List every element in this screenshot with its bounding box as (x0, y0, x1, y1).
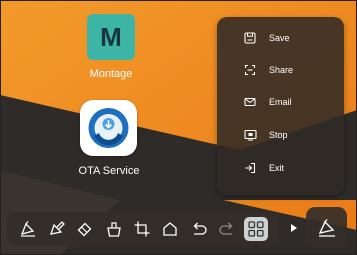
menu-grid-icon (247, 220, 265, 238)
clear-icon (105, 220, 123, 238)
menu-item-exit-label: Exit (269, 163, 285, 173)
email-icon (243, 95, 257, 109)
triangle-right-icon[interactable] (291, 224, 297, 232)
stop-icon (243, 128, 257, 142)
shape-icon (161, 220, 179, 238)
crop-tool-button[interactable] (131, 218, 153, 240)
highlighter-icon (48, 220, 66, 238)
clear-tool-button[interactable] (103, 218, 125, 240)
ota-service-icon (80, 100, 137, 156)
pen-tool-button[interactable] (17, 218, 39, 240)
share-icon (243, 63, 257, 77)
menu-item-exit[interactable]: Exit (217, 154, 344, 182)
annotation-toolbar (7, 212, 279, 246)
exit-icon (243, 161, 257, 175)
menu-item-stop[interactable]: Stop (217, 121, 344, 149)
menu-item-email-label: Email (269, 97, 292, 107)
menu-item-save-label: Save (269, 33, 290, 43)
pen-icon (19, 220, 37, 238)
pen-icon (317, 218, 337, 238)
floating-menu: Save Share Email Stop Exit (217, 17, 344, 195)
undo-icon (190, 220, 208, 238)
menu-item-share[interactable]: Share (217, 56, 344, 84)
menu-item-save[interactable]: Save (217, 24, 344, 52)
menu-item-stop-label: Stop (269, 130, 288, 140)
montage-app-label: Montage (89, 68, 133, 80)
menu-item-share-label: Share (269, 65, 294, 75)
highlighter-tool-button[interactable] (46, 218, 68, 240)
menu-item-email[interactable]: Email (217, 88, 344, 116)
eraser-tool-button[interactable] (74, 218, 96, 240)
redo-button[interactable] (216, 218, 238, 240)
redo-icon (218, 220, 236, 238)
undo-button[interactable] (188, 218, 210, 240)
montage-icon-letter: M (100, 21, 122, 52)
annotation-pen-button[interactable] (306, 207, 347, 248)
ota-service-app-label: OTA Service (78, 165, 140, 177)
menu-grid-button[interactable] (244, 217, 268, 241)
crop-icon (133, 220, 151, 238)
shape-tool-button[interactable] (159, 218, 181, 240)
eraser-icon (76, 220, 94, 238)
save-icon (243, 31, 257, 45)
